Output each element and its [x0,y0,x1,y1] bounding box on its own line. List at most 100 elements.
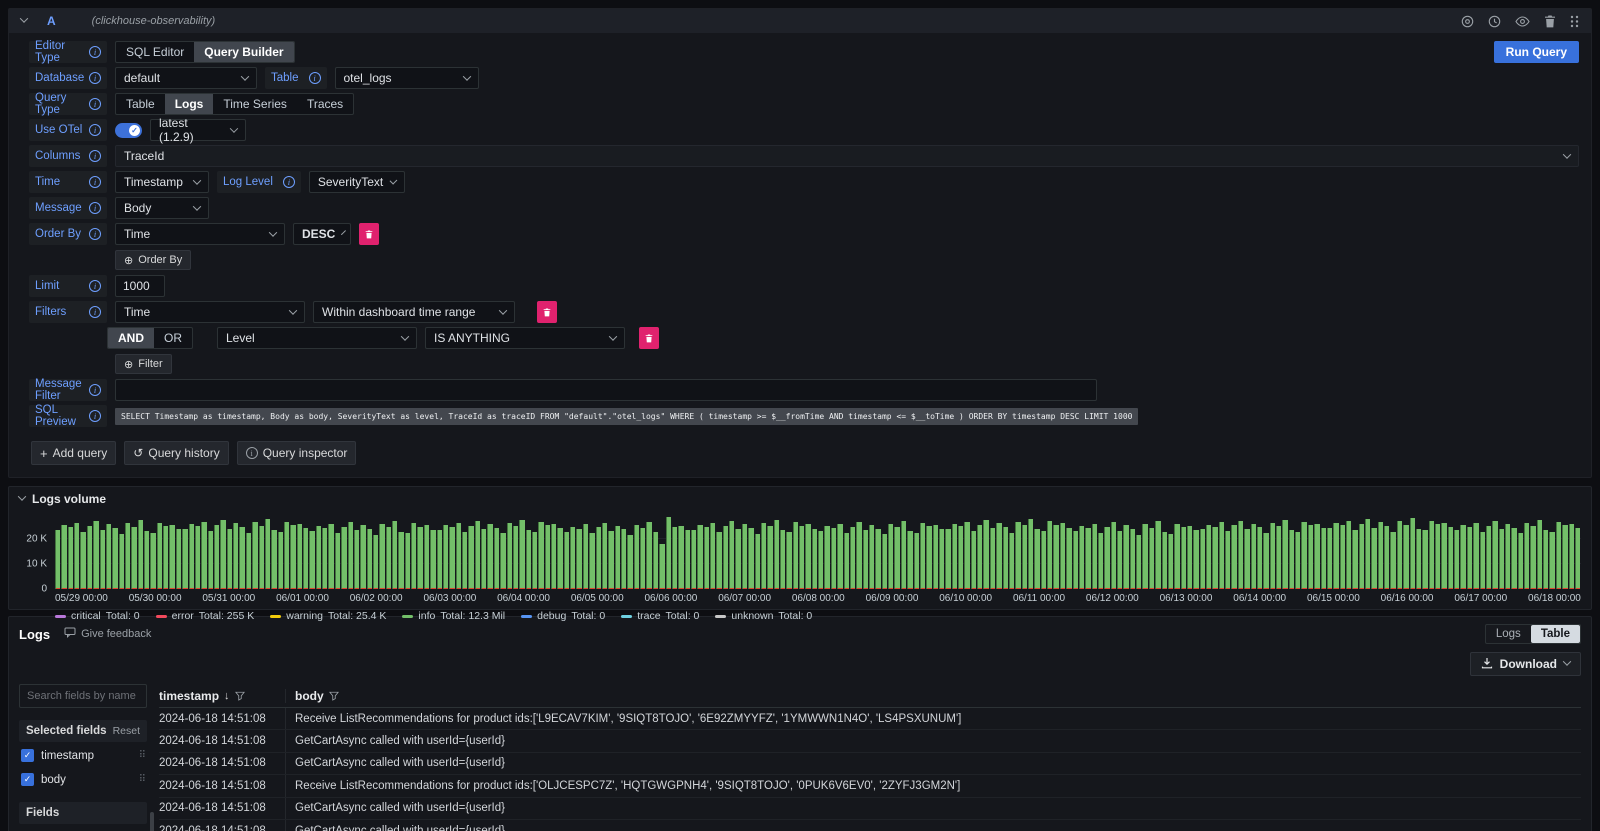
query-inspector-button[interactable]: i Query inspector [237,441,357,465]
table-row[interactable]: 2024-06-18 14:51:08GetCartAsync called w… [159,730,1581,752]
info-icon[interactable]: i [89,72,101,84]
volume-bar [894,527,899,589]
y-tick: 10 K [26,559,47,570]
volume-bar [430,530,435,589]
add-order-by-button[interactable]: ⊕ Order By [115,250,191,270]
sidebar-scrollbar[interactable] [150,812,154,831]
table-row[interactable]: 2024-06-18 14:51:08Receive ListRecommend… [159,775,1581,797]
editor-type-query-builder[interactable]: Query Builder [194,42,293,62]
use-otel-toggle[interactable]: ✓ [115,123,142,138]
filter-level-select[interactable]: Level [217,327,417,349]
history-icon[interactable] [1488,15,1501,28]
query-type-table[interactable]: Table [116,94,165,114]
table-row[interactable]: 2024-06-18 14:51:08GetCartAsync called w… [159,798,1581,820]
table-select[interactable]: otel_logs [335,67,479,89]
table-row[interactable]: 2024-06-18 14:51:08GetCartAsync called w… [159,820,1581,831]
logs-volume-header[interactable]: Logs volume [19,492,1581,506]
otel-version-select[interactable]: latest (1.2.9) [150,119,246,141]
message-filter-input[interactable] [115,379,1097,401]
query-type-traces[interactable]: Traces [297,94,353,114]
query-type-logs[interactable]: Logs [165,94,214,114]
legend-item-info[interactable]: infoTotal: 12.3 Mil [402,610,505,622]
message-column-select[interactable]: Body [115,197,209,219]
legend-item-debug[interactable]: debugTotal: 0 [521,610,605,622]
database-select[interactable]: default [115,67,257,89]
legend-item-error[interactable]: errorTotal: 255 K [156,610,255,622]
search-fields-input[interactable] [19,684,147,708]
checkbox-checked[interactable]: ✓ [21,749,34,762]
remove-filter-condition-button[interactable] [639,327,659,349]
info-icon[interactable]: i [89,410,101,422]
timestamp-column-header[interactable]: timestamp ↓ [159,689,285,703]
view-toggle-table[interactable]: Table [1531,625,1580,643]
body-column-header[interactable]: body [285,689,1581,703]
query-ref-id: A [47,14,56,28]
editor-type-row: Editor Type i SQL Editor Query Builder R… [29,41,1579,63]
drag-handle-icon[interactable]: ⠿ [139,774,145,785]
order-by-field-select[interactable]: Time [115,223,285,245]
limit-input[interactable] [115,275,165,297]
add-filter-button[interactable]: ⊕ Filter [115,354,172,374]
chevron-down-icon[interactable] [20,14,28,22]
filter-funnel-icon[interactable] [235,691,245,701]
volume-bar [964,522,969,589]
query-type-time-series[interactable]: Time Series [213,94,297,114]
eye-icon[interactable] [1515,16,1530,27]
bool-and-option[interactable]: AND [108,328,154,348]
remove-order-by-button[interactable] [359,223,379,245]
reset-button[interactable]: Reset [113,725,140,737]
trash-icon[interactable] [1544,15,1556,28]
volume-bar [119,534,124,589]
filter-operator-select[interactable]: IS ANYTHING [425,327,625,349]
sort-desc-icon[interactable]: ↓ [224,690,230,702]
info-icon[interactable]: i [89,306,101,318]
info-icon[interactable]: i [89,124,101,136]
drag-handle-icon[interactable]: ⠿ [139,750,145,761]
info-icon[interactable]: i [89,202,101,214]
filter-field-select[interactable]: Time [115,301,305,323]
legend-item-warning[interactable]: warningTotal: 25.4 K [270,610,386,622]
add-query-button[interactable]: + Add query [31,441,116,465]
volume-bar [672,527,677,589]
info-icon[interactable]: i [309,72,321,84]
query-row-header[interactable]: A (clickhouse-observability) [9,9,1591,33]
legend-item-trace[interactable]: traceTotal: 0 [621,610,699,622]
info-icon[interactable]: i [89,176,101,188]
selected-fields-header: Selected fields Reset [19,720,147,742]
duplicate-icon[interactable] [1461,15,1474,28]
view-toggle-logs[interactable]: Logs [1486,625,1531,643]
volume-bar [653,532,658,589]
remove-filter-button[interactable] [537,301,557,323]
info-icon[interactable]: i [89,150,101,162]
info-icon[interactable]: i [89,228,101,240]
filter-funnel-icon[interactable] [329,691,339,701]
bool-or-option[interactable]: OR [154,328,192,348]
download-button[interactable]: Download [1470,652,1581,676]
bool-operator-group: AND OR [107,327,193,349]
volume-bar [386,527,391,589]
page: A (clickhouse-observability) Editor Type… [0,0,1600,831]
legend-item-critical[interactable]: criticalTotal: 0 [55,610,140,622]
drag-handle-icon[interactable] [1570,15,1579,28]
datasource-name: (clickhouse-observability) [92,15,216,27]
volume-bar [856,522,861,589]
give-feedback-link[interactable]: Give feedback [64,627,151,641]
log-level-select[interactable]: SeverityText [309,171,405,193]
info-icon[interactable]: i [89,280,101,292]
legend-item-unknown[interactable]: unknownTotal: 0 [715,610,812,622]
editor-type-sql-editor[interactable]: SQL Editor [116,42,194,62]
info-icon[interactable]: i [89,384,101,396]
time-column-select[interactable]: Timestamp [115,171,209,193]
table-row[interactable]: 2024-06-18 14:51:08GetCartAsync called w… [159,753,1581,775]
info-icon[interactable]: i [283,176,295,188]
query-history-button[interactable]: ↺ Query history [124,441,228,465]
info-icon[interactable]: i [89,46,101,58]
info-icon[interactable]: i [89,98,101,110]
checkbox-checked[interactable]: ✓ [21,773,34,786]
x-tick: 06/18 00:00 [1528,593,1581,604]
run-query-button[interactable]: Run Query [1494,41,1579,63]
table-row[interactable]: 2024-06-18 14:51:08Receive ListRecommend… [159,708,1581,730]
filter-condition-select[interactable]: Within dashboard time range [313,301,515,323]
columns-multiselect[interactable]: TraceId [115,145,1579,167]
order-by-direction-select[interactable]: DESC [293,223,351,245]
